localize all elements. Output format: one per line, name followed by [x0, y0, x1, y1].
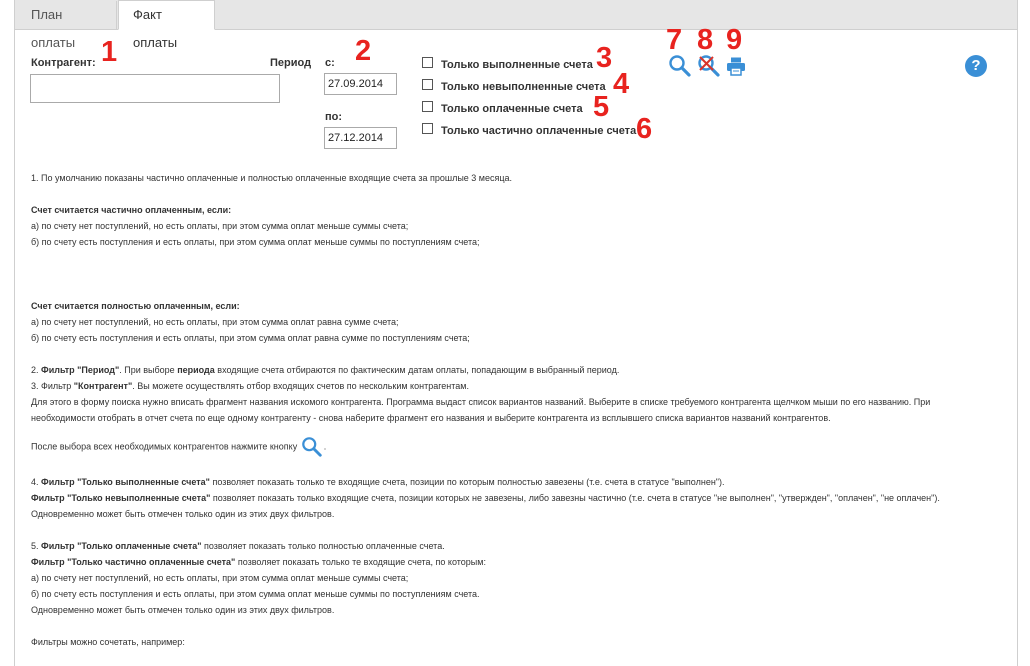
marker-1: 1 — [101, 36, 118, 68]
tab-payment-plan[interactable]: План оплаты — [17, 1, 117, 50]
date-to-input[interactable] — [324, 127, 397, 149]
help-p6-a: а) по счету нет поступлений, но есть опл… — [31, 573, 409, 583]
date-from-input[interactable] — [324, 73, 397, 95]
date-from-label: с: — [325, 57, 335, 69]
marker-6: 6 — [636, 113, 653, 145]
marker-2: 2 — [355, 35, 372, 67]
checkbox-uncompleted-only[interactable] — [422, 79, 433, 90]
date-to-label: по: — [325, 111, 343, 123]
checkbox-partially-paid-only-label: Только частично оплаченные счета — [441, 125, 637, 137]
help-p3: 3. Фильтр "Контрагент". Вы можете осущес… — [31, 381, 469, 391]
inline-search-icon — [301, 437, 322, 457]
help-p1: 1. По умолчанию показаны частично оплаче… — [31, 173, 513, 183]
checkbox-partially-paid-only[interactable] — [422, 123, 433, 134]
help-symbol: ? — [971, 57, 981, 74]
printer-icon[interactable] — [726, 56, 746, 76]
help-p7: Фильтры можно сочетать, например: — [31, 637, 185, 647]
help-p4b: Фильтр "Только невыполненные счета" позв… — [31, 493, 940, 503]
help-text: 1. По умолчанию показаны частично оплаче… — [31, 170, 996, 650]
help-p4-note: Одновременно может быть отмечен только о… — [31, 509, 335, 519]
contractor-input[interactable] — [30, 74, 280, 103]
marker-5: 5 — [593, 91, 610, 123]
tab-bar: План оплаты Факт оплаты — [14, 0, 1018, 50]
period-label: Период — [270, 57, 312, 69]
checkbox-completed-only[interactable] — [422, 57, 433, 68]
help-p6: Фильтр "Только частично оплаченные счета… — [31, 557, 486, 567]
partial-a: а) по счету нет поступлений, но есть опл… — [31, 221, 409, 231]
full-a: а) по счету нет поступлений, но есть опл… — [31, 317, 399, 327]
full-title: Счет считается полностью оплаченным, есл… — [31, 301, 240, 311]
help-p6-note: Одновременно может быть отмечен только о… — [31, 605, 335, 615]
search-icon[interactable] — [668, 54, 692, 78]
checkbox-paid-only[interactable] — [422, 101, 433, 112]
full-b: б) по счету есть поступления и есть опла… — [31, 333, 470, 343]
help-p2: 2. Фильтр "Период". При выборе периода в… — [31, 365, 620, 375]
help-p3b: Для этого в форму поиска нужно вписать ф… — [31, 397, 931, 423]
help-p5: 5. Фильтр "Только оплаченные счета" позв… — [31, 541, 445, 551]
partial-title: Счет считается частично оплаченным, если… — [31, 205, 232, 215]
marker-3: 3 — [596, 42, 613, 74]
clear-filter-icon[interactable] — [697, 54, 721, 78]
help-icon[interactable]: ? — [965, 55, 987, 77]
checkbox-completed-only-label: Только выполненные счета — [441, 59, 593, 71]
help-p4: 4. Фильтр "Только выполненные счета" поз… — [31, 477, 725, 487]
marker-4: 4 — [613, 68, 630, 100]
marker-8: 8 — [697, 24, 714, 56]
contractor-label: Контрагент: — [31, 57, 96, 69]
help-p6-b: б) по счету есть поступления и есть опла… — [31, 589, 480, 599]
tab-payment-fact[interactable]: Факт оплаты — [118, 0, 215, 50]
checkbox-paid-only-label: Только оплаченные счета — [441, 103, 583, 115]
checkbox-uncompleted-only-label: Только невыполненные счета — [441, 81, 606, 93]
partial-b: б) по счету есть поступления и есть опла… — [31, 237, 480, 247]
help-p3c: После выбора всех необходимых контрагент… — [31, 436, 996, 458]
marker-7: 7 — [666, 24, 683, 56]
marker-9: 9 — [726, 24, 743, 56]
